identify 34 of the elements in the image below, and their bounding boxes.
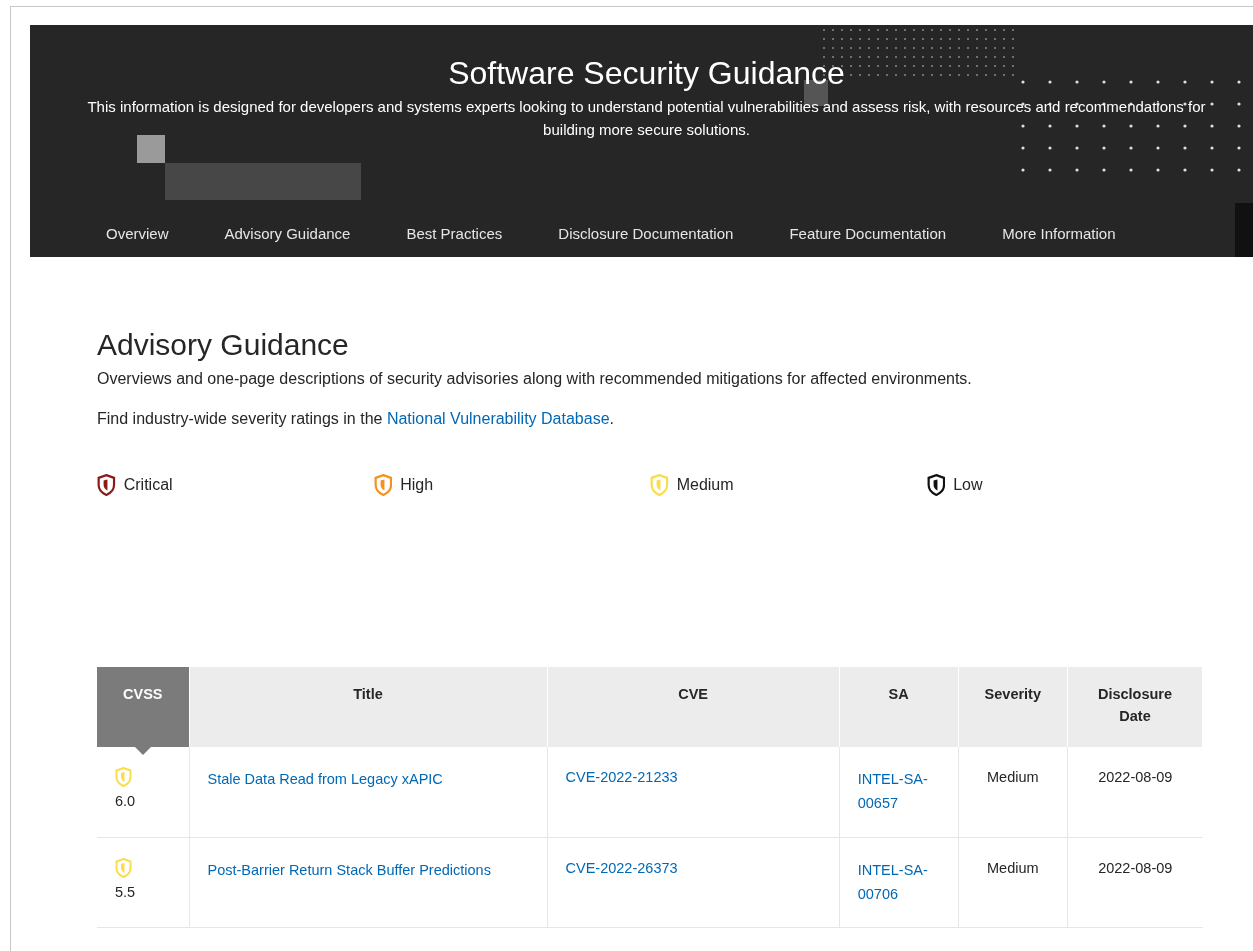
section-heading: Advisory Guidance — [97, 327, 350, 363]
banner-description: This information is designed for developers and systems experts looking to understand potential vulnerabilities and assess risk, with resources and recommendations for building more secure solutions. — [86, 97, 1207, 140]
nav-link[interactable]: Feature Documentation — [789, 222, 947, 245]
column-header[interactable]: Severity — [958, 667, 1068, 747]
cve-link[interactable]: CVE-2022-26373 — [547, 837, 840, 927]
advisory-id-link[interactable]: INTEL-SA-00657 — [839, 747, 959, 837]
severity-label: Low — [953, 475, 983, 495]
severity-info-text: Find industry-wide severity ratings in the National Vulnerability Database. — [97, 409, 615, 429]
nav-link[interactable]: Overview — [106, 222, 169, 245]
banner-title: Software Security Guidance — [447, 54, 846, 93]
severity-label: Critical — [123, 475, 173, 495]
advisory-title-link[interactable]: Post-Barrier Return Stack Buffer Predictions — [189, 837, 548, 927]
section-intro: Overviews and one-page descriptions of security advisories along with recommended mitigations for affected environments. — [97, 369, 973, 389]
column-header[interactable]: Disclosure Date — [1067, 667, 1203, 747]
date-cell: 2022-08-09 — [1067, 837, 1203, 927]
severity-cell: Medium — [958, 837, 1068, 927]
nav-link[interactable]: More Information — [1002, 222, 1116, 245]
column-header[interactable]: CVE — [547, 667, 840, 747]
cve-link[interactable]: CVE-2022-21233 — [547, 747, 840, 837]
advisory-title-link[interactable]: Stale Data Read from Legacy xAPIC — [189, 747, 548, 837]
nav-link[interactable]: Disclosure Documentation — [558, 222, 734, 245]
database-link[interactable]: National Vulnerability Database — [386, 410, 610, 427]
advisory-id-link[interactable]: INTEL-SA-00706 — [839, 837, 959, 927]
cvss-score: 5.5 — [115, 882, 136, 902]
cvss-score: 6.0 — [115, 792, 136, 811]
nav-link[interactable]: Best Practices — [406, 222, 503, 245]
column-header[interactable]: Title — [189, 667, 548, 747]
column-header[interactable]: SA — [839, 667, 959, 747]
date-cell: 2022-08-09 — [1067, 747, 1203, 837]
severity-label: High — [400, 475, 434, 495]
column-header[interactable]: CVSS — [97, 667, 189, 747]
severity-label: Medium — [676, 475, 734, 495]
nav-link[interactable]: Advisory Guidance — [224, 222, 351, 245]
severity-cell: Medium — [958, 747, 1068, 837]
